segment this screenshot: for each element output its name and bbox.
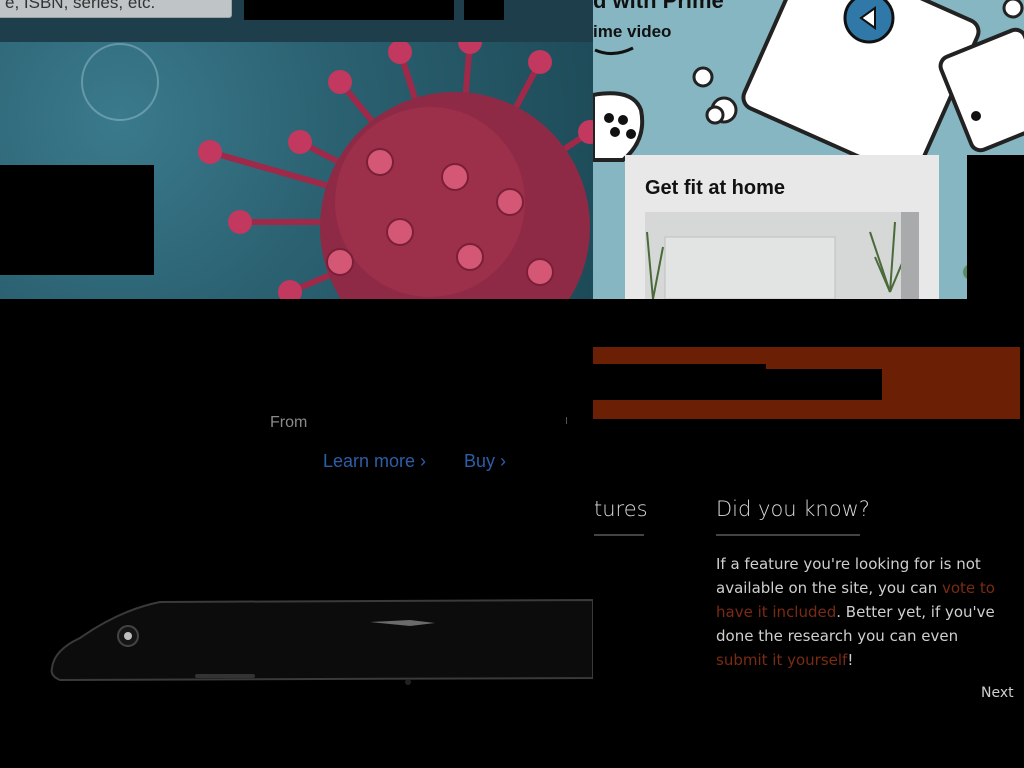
fit-card-image — [645, 212, 919, 299]
did-you-know-underline — [716, 534, 860, 536]
search-input[interactable]: e, ISBN, series, etc. — [0, 0, 232, 18]
top-dark-block — [244, 0, 454, 20]
did-you-know-heading: Did you know? — [716, 497, 870, 521]
submit-link[interactable]: submit it yourself — [716, 651, 847, 669]
buy-link[interactable]: Buy › — [464, 451, 506, 472]
dyk-text-3: ! — [847, 651, 854, 669]
promo-banner[interactable] — [593, 347, 1020, 419]
learn-more-link[interactable]: Learn more › — [323, 451, 426, 472]
top-dark-block-small — [464, 0, 504, 20]
prime-video-panel[interactable]: d with Prime ime video ✳ — [593, 0, 1024, 299]
price-from-label: From — [270, 414, 308, 431]
features-heading: tures — [594, 497, 648, 521]
dark-card — [967, 155, 1024, 299]
get-fit-card[interactable]: Get fit at home — [625, 155, 939, 299]
features-underline — [594, 534, 644, 536]
next-link[interactable]: Next — [981, 685, 1014, 701]
tablet-icon — [741, 0, 981, 180]
divider-tick — [566, 417, 567, 424]
did-you-know-body: If a feature you're looking for is not a… — [716, 552, 1008, 672]
banner-dark-block-2 — [738, 369, 882, 400]
game-controller-icon — [593, 91, 645, 162]
fit-card-title: Get fit at home — [645, 177, 786, 199]
amazon-smile-icon — [594, 46, 634, 55]
plant-image — [645, 212, 919, 299]
iphone-image — [50, 598, 593, 685]
dark-overlay-block — [0, 165, 154, 275]
